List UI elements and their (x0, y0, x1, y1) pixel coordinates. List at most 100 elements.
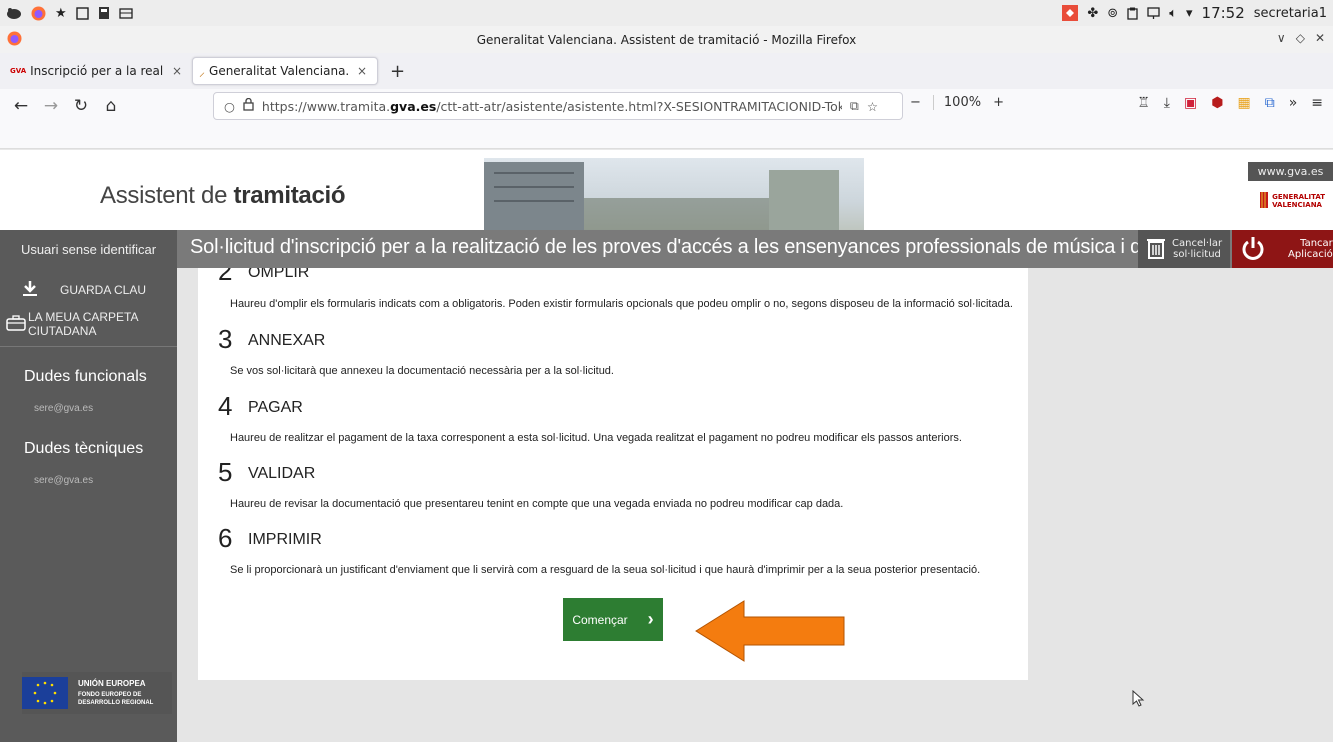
sidebar: GUARDA CLAU LA MEUA CARPETA CIUTADANA Du… (0, 268, 177, 742)
zoom-out-icon[interactable]: − (910, 95, 921, 110)
window-titlebar: Generalitat Valenciana. Assistent de tra… (0, 26, 1333, 53)
lock-icon[interactable] (243, 97, 254, 114)
step-omplir-desc: Haureu d'omplir els formularis indicats … (230, 298, 1013, 310)
kde-menu-icon[interactable] (6, 6, 22, 20)
forward-icon[interactable]: → (36, 96, 66, 116)
download-arrow-icon (22, 280, 38, 299)
step-omplir: 2 OMPLIR (218, 268, 310, 286)
step-validar-desc: Haureu de revisar la documentació que pr… (230, 498, 844, 510)
ublock-icon[interactable]: ⬢ (1211, 95, 1223, 111)
overflow-icon[interactable]: » (1289, 95, 1298, 111)
translate-ext-icon[interactable]: ⧉ (1265, 95, 1275, 111)
step-imprimir: 6 IMPRIMIR (218, 523, 322, 553)
download-icon[interactable]: ⤓ (1164, 95, 1170, 111)
site-header: Assistent de tramitació www.gva.es GENER… (0, 150, 1333, 230)
eu-line2: DESARROLLO REGIONAL (78, 699, 154, 706)
start-button[interactable]: Començar › (563, 598, 663, 641)
power-icon (1240, 235, 1266, 264)
translate-icon[interactable]: ⧉ (850, 98, 859, 114)
media-icon[interactable]: ⊚ (1107, 6, 1118, 21)
sidebar-divider (0, 346, 177, 347)
briefcase-icon (6, 314, 26, 334)
start-button-label: Començar (572, 612, 628, 627)
step-validar: 5 VALIDAR (218, 457, 316, 487)
save-key-link[interactable]: GUARDA CLAU (22, 280, 146, 299)
zoom-in-icon[interactable]: + (993, 95, 1004, 110)
clock[interactable]: 17:52 (1202, 4, 1245, 22)
chevron-down-icon[interactable]: ▾ (1186, 6, 1193, 21)
tab-close-icon[interactable]: × (357, 64, 367, 78)
firefox-launcher-icon[interactable] (31, 6, 46, 21)
procedure-title: Sol·licitud d'inscripció per a la realit… (190, 236, 1184, 258)
firefox-icon (7, 31, 22, 46)
drive-icon[interactable] (119, 7, 133, 19)
close-icon[interactable]: ✕ (1315, 31, 1325, 45)
generalitat-logo[interactable]: GENERALITAT VALENCIANA (1259, 192, 1325, 210)
eu-line1: FONDO EUROPEO DE (78, 691, 142, 698)
procedure-titlebar: Usuari sense identificar Sol·licitud d'i… (0, 230, 1333, 268)
trash-icon (1146, 236, 1166, 263)
step-pagar: 4 PAGAR (218, 391, 303, 421)
reload-icon[interactable]: ↻ (66, 96, 96, 116)
technical-help-heading: Dudes tècniques (24, 440, 144, 457)
step-annexar: 3 ANNEXAR (218, 324, 326, 354)
url-text[interactable]: https://www.tramita.gva.es/ctt-att-atr/a… (262, 99, 842, 114)
zoom-level[interactable]: 100% (932, 95, 981, 110)
steps-panel: 2 OMPLIR Haureu d'omplir els formularis i… (198, 268, 1028, 680)
extension-colorful-icon[interactable]: ▦ (1237, 95, 1250, 111)
navigation-bar: ← → ↻ ⌂ ○ https://www.tramita.gva.es/ctt… (0, 89, 1333, 123)
web-page: Assistent de tramitació www.gva.es GENER… (0, 150, 1333, 742)
gva-favicon-icon: GVA (10, 67, 27, 75)
wand-favicon-icon: ⸝ (199, 64, 206, 79)
functional-help-email[interactable]: sere@gva.es (34, 403, 93, 414)
tab-label: Generalitat Valenciana. Ass (209, 64, 350, 78)
session-user[interactable]: secretaria1 (1254, 6, 1327, 21)
maximize-icon[interactable]: ◇ (1296, 31, 1305, 45)
user-status: Usuari sense identificar (0, 230, 177, 268)
hamburger-menu-icon[interactable]: ≡ (1311, 95, 1323, 111)
volume-icon[interactable]: 🔈︎ (1169, 6, 1177, 21)
tab-inscripcio[interactable]: GVA Inscripció per a la realitzac × (4, 57, 188, 85)
url-bar[interactable]: ○ https://www.tramita.gva.es/ctt-att-atr… (213, 92, 903, 120)
toolbar-spacer (0, 123, 1333, 149)
tab-label: Inscripció per a la realitzac (30, 64, 164, 78)
bookmark-star-icon[interactable]: ☆ (867, 99, 878, 114)
window-title: Generalitat Valenciana. Assistent de tra… (476, 32, 857, 47)
star-icon[interactable]: ★ (55, 6, 67, 21)
eu-flag-icon (22, 677, 68, 709)
tab-close-icon[interactable]: × (172, 64, 182, 78)
back-icon[interactable]: ← (6, 96, 36, 116)
chevron-right-icon: › (647, 609, 654, 629)
orange-arrow-annotation (695, 600, 845, 662)
os-top-bar: ★ ✤ ⊚ 🔈︎ ▾ 17:52 secretaria1 (0, 0, 1333, 26)
clipboard-icon[interactable] (1127, 7, 1138, 20)
cancel-request-button[interactable]: Cancel·lar sol·licitud (1138, 230, 1230, 268)
home-icon[interactable]: ⌂ (96, 96, 126, 116)
gva-url-badge[interactable]: www.gva.es (1248, 162, 1333, 181)
extension-red-icon[interactable]: ▣ (1184, 95, 1197, 111)
step-imprimir-desc: Se li proporcionarà un justificant d'env… (230, 564, 981, 576)
updates-icon[interactable]: ✤ (1087, 6, 1098, 21)
network-icon[interactable] (1147, 6, 1160, 20)
pocket-icon[interactable]: ♖ (1137, 95, 1150, 111)
step-pagar-desc: Haureu de realitzar el pagament de la ta… (230, 432, 962, 444)
my-folder-link[interactable]: LA MEUA CARPETA CIUTADANA (6, 310, 177, 338)
gva-crest-icon (1259, 192, 1269, 210)
mouse-cursor-icon (1132, 690, 1145, 707)
eu-feder-logo: UNIÓN EUROPEA FONDO EUROPEO DE DESARROLL… (22, 672, 172, 714)
new-tab-icon[interactable]: + (390, 61, 405, 82)
window-icon[interactable] (75, 6, 89, 20)
tracking-shield-icon[interactable]: ○ (224, 99, 235, 114)
technical-help-email[interactable]: sere@gva.es (34, 475, 93, 486)
zoom-controls: − 100% + (910, 95, 1004, 110)
minimize-icon[interactable]: ∨ (1277, 31, 1286, 45)
step-annexar-desc: Se vos sol·licitarà que annexeu la docum… (230, 365, 614, 377)
close-application-button[interactable]: Tancar Aplicació (1232, 230, 1333, 268)
anydesk-icon[interactable] (1062, 5, 1079, 21)
functional-help-heading: Dudes funcionals (24, 368, 147, 385)
tab-strip: GVA Inscripció per a la realitzac × ⸝ Ge… (0, 53, 1333, 89)
tab-generalitat[interactable]: ⸝ Generalitat Valenciana. Ass × (192, 57, 378, 85)
calculator-icon[interactable] (98, 6, 110, 20)
site-title: Assistent de tramitació (100, 182, 346, 209)
header-photo (484, 158, 864, 230)
